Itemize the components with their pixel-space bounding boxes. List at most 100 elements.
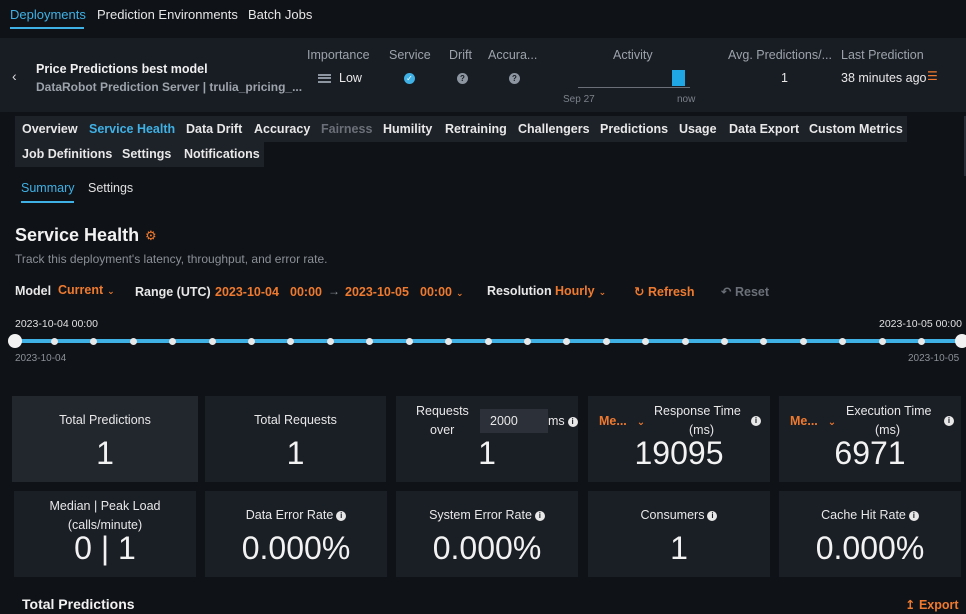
deployment-name: Price Predictions best model	[36, 62, 208, 76]
timeline-tick-dot	[484, 338, 492, 345]
card-value: 0.000%	[241, 530, 351, 566]
info-icon[interactable]: i	[908, 511, 919, 521]
service-status-check-icon[interactable]: ✓	[404, 73, 415, 84]
card-title: Consumers i	[588, 508, 770, 522]
info-icon[interactable]: i	[751, 416, 761, 426]
importance-icon	[318, 74, 331, 83]
card-value: 0.000%	[432, 530, 542, 566]
tab-overview[interactable]: Overview	[22, 122, 78, 136]
accuracy-label: Accura...	[488, 48, 538, 62]
aggregation-select[interactable]: Me... ⌄	[790, 414, 836, 428]
tab-challengers[interactable]: Challengers	[518, 122, 590, 136]
tab-retraining[interactable]: Retraining	[445, 122, 507, 136]
model-select[interactable]: Current ⌄	[58, 283, 115, 297]
info-icon[interactable]: i	[707, 511, 718, 521]
export-button[interactable]: ↥ Export	[905, 597, 959, 612]
card-title-line1: Requests	[416, 404, 469, 418]
card-value: 1	[96, 435, 114, 471]
tab-fairness[interactable]: Fairness	[321, 122, 372, 136]
activity-bar	[672, 70, 685, 86]
deployment-server: DataRobot Prediction Server | trulia_pri…	[36, 80, 303, 94]
timeline-start-handle[interactable]	[8, 334, 22, 348]
info-icon[interactable]: i	[534, 511, 545, 521]
card-value: 1	[286, 435, 305, 471]
card-value: 0 | 1	[74, 530, 136, 566]
card-value: 6971	[834, 435, 906, 471]
card-value: 1	[670, 530, 688, 566]
tab-data-drift[interactable]: Data Drift	[186, 122, 242, 136]
timeline-tick-dot	[602, 338, 610, 345]
card-load[interactable]: Median | Peak Load (calls/minute) 0 | 1	[14, 491, 196, 577]
timeline-tick-dot	[839, 338, 847, 345]
card-title: Response Time	[654, 404, 741, 418]
tab-job-definitions[interactable]: Job Definitions	[22, 147, 112, 161]
range-end-date[interactable]: 2023-10-05	[345, 285, 409, 299]
timeline-start-tick: 2023-10-04	[15, 353, 67, 364]
timeline-tick-dot	[918, 338, 926, 345]
tab-accuracy[interactable]: Accuracy	[254, 122, 310, 136]
aggregation-select[interactable]: Me... ⌄	[599, 414, 645, 428]
settings-gear-icon[interactable]: ⚙	[145, 228, 157, 244]
tab-humility[interactable]: Humility	[383, 122, 432, 136]
chevron-down-icon: ⌄	[598, 287, 607, 297]
tab-settings[interactable]: Settings	[122, 147, 171, 161]
timeline-tick-dot	[445, 338, 453, 345]
card-cache-hit-rate[interactable]: Cache Hit Rate i 0.000%	[779, 491, 961, 577]
card-total-predictions[interactable]: Total Predictions 1	[12, 396, 198, 482]
range-arrow-icon: →	[328, 284, 340, 298]
nav-batch-jobs[interactable]: Batch Jobs	[248, 7, 312, 22]
range-end-time[interactable]: 00:00 ⌄	[420, 285, 464, 299]
card-response-time[interactable]: Me... ⌄ Response Time (ms) i 19095	[588, 396, 770, 482]
tab-notifications[interactable]: Notifications	[184, 147, 260, 161]
range-start-time[interactable]: 00:00	[290, 285, 322, 299]
card-title: Execution Time	[846, 404, 932, 418]
nav-prediction-environments[interactable]: Prediction Environments	[97, 7, 238, 22]
card-requests-over[interactable]: Requests over 2000 ms i 1	[396, 396, 578, 482]
resolution-select[interactable]: Hourly ⌄	[555, 284, 606, 298]
timeline-tick-dot	[169, 338, 177, 345]
menu-icon[interactable]: ☰	[927, 69, 938, 83]
card-data-error-rate[interactable]: Data Error Rate i 0.000%	[205, 491, 387, 577]
tab-predictions[interactable]: Predictions	[600, 122, 668, 136]
timeline-end-tick: 2023-10-05	[908, 353, 960, 364]
timeline-tick-dot	[326, 338, 334, 345]
info-icon[interactable]: i	[336, 511, 347, 521]
timeline-tick-dot	[405, 338, 413, 345]
refresh-button[interactable]: ↻ Refresh	[634, 284, 695, 299]
back-chevron-icon[interactable]: ‹	[12, 68, 17, 84]
resolution-label: Resolution	[487, 284, 552, 298]
timeline-tick-dot	[760, 338, 768, 345]
tab-usage[interactable]: Usage	[679, 122, 717, 136]
card-consumers[interactable]: Consumers i 1	[588, 491, 770, 577]
timeline-tick-dot	[287, 338, 295, 345]
timeline-tick-dot	[878, 338, 886, 345]
drift-status-unknown-icon[interactable]: ?	[457, 73, 468, 84]
timeline-end-label: 2023-10-05 00:00	[879, 318, 962, 330]
chevron-down-icon: ⌄	[636, 417, 646, 428]
chevron-down-icon: ⌄	[827, 417, 837, 428]
tab-custom-metrics[interactable]: Custom Metrics	[809, 122, 903, 136]
card-system-error-rate[interactable]: System Error Rate i 0.000%	[396, 491, 578, 577]
nav-deployments[interactable]: Deployments	[10, 7, 86, 22]
threshold-input[interactable]: 2000	[480, 409, 548, 433]
activity-axis	[578, 87, 690, 88]
accuracy-status-unknown-icon[interactable]: ?	[509, 73, 520, 84]
info-icon[interactable]: i	[944, 416, 954, 426]
card-title: Total Predictions	[59, 413, 151, 427]
timeline-tick-dot	[366, 338, 374, 345]
timeline-tick-dot	[681, 338, 689, 345]
deployment-header: ‹ Price Predictions best model DataRobot…	[0, 38, 966, 112]
timeline-end-handle[interactable]	[955, 334, 966, 348]
card-title: Total Requests	[254, 413, 337, 427]
range-start-date[interactable]: 2023-10-04	[215, 285, 279, 299]
info-icon[interactable]: i	[567, 417, 578, 427]
tab-data-export[interactable]: Data Export	[729, 122, 799, 136]
reset-button[interactable]: ↶ Reset	[721, 284, 769, 299]
last-prediction-label: Last Prediction	[841, 48, 924, 62]
tab-service-health[interactable]: Service Health	[89, 122, 175, 136]
subtab-summary[interactable]: Summary	[21, 181, 74, 195]
subtab-settings[interactable]: Settings	[88, 181, 133, 195]
timeline-tick-dot	[129, 338, 137, 345]
card-total-requests[interactable]: Total Requests 1	[205, 396, 386, 482]
card-execution-time[interactable]: Me... ⌄ Execution Time (ms) i 6971	[779, 396, 961, 482]
